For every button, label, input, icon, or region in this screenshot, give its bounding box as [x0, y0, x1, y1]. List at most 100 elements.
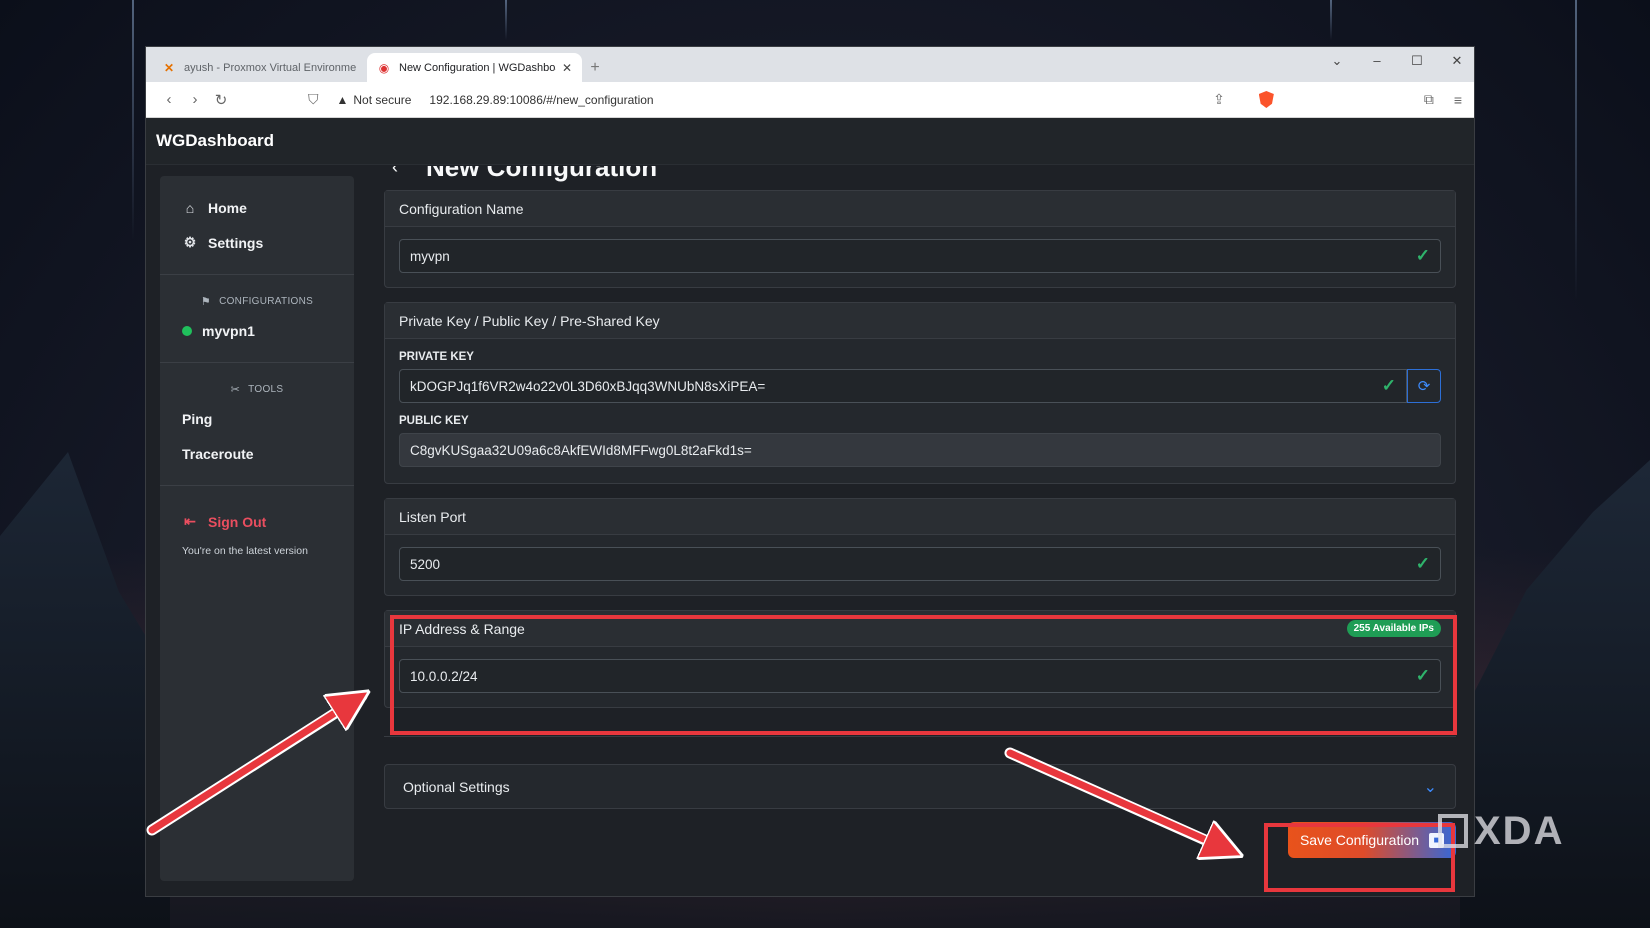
- sidebar-item-settings[interactable]: ⚙ Settings: [160, 225, 354, 260]
- public-key-value: C8gvKUSgaa32U09a6c8AkfEWId8MFFwg0L8t2aFk…: [410, 442, 752, 458]
- private-key-input[interactable]: kDOGPJq1f6VR2w4o22v0L3D60xBJqq3WNUbN8sXi…: [399, 369, 1407, 403]
- keys-card: Private Key / Public Key / Pre-Shared Ke…: [384, 302, 1456, 484]
- private-key-value: kDOGPJq1f6VR2w4o22v0L3D60xBJqq3WNUbN8sXi…: [410, 378, 766, 394]
- card-body: myvpn ✓: [385, 227, 1455, 285]
- page-title: New Configuration: [426, 166, 658, 182]
- card-body: PRIVATE KEY kDOGPJq1f6VR2w4o22v0L3D60xBJ…: [385, 339, 1455, 479]
- forward-icon[interactable]: ›: [182, 91, 208, 108]
- sidebar-item-myvpn1[interactable]: myvpn1: [160, 313, 354, 348]
- sign-out-label: Sign Out: [208, 513, 267, 530]
- ip-range-value: 10.0.0.2/24: [410, 668, 478, 684]
- new-tab-icon[interactable]: +: [582, 53, 608, 82]
- listen-port-value: 5200: [410, 556, 441, 572]
- address-bar[interactable]: 192.168.29.89:10086/#/new_configuration: [429, 93, 653, 107]
- tab-proxmox[interactable]: ✕ ayush - Proxmox Virtual Environment: [152, 53, 367, 82]
- sidebar-item-traceroute[interactable]: Traceroute: [160, 436, 354, 471]
- maximize-icon[interactable]: ☐: [1408, 53, 1426, 69]
- sign-out-button[interactable]: ⇤ Sign Out: [160, 504, 354, 539]
- sidebar-configurations: ⚑ CONFIGURATIONS myvpn1: [160, 275, 354, 363]
- brand-name[interactable]: WGDashboard: [156, 131, 274, 151]
- card-header: Listen Port: [385, 499, 1455, 535]
- save-button-label: Save Configuration: [1299, 832, 1420, 848]
- private-key-row: kDOGPJq1f6VR2w4o22v0L3D60xBJqq3WNUbN8sXi…: [399, 369, 1441, 403]
- tab-search-icon[interactable]: ⌄: [1328, 53, 1346, 69]
- refresh-icon: ⟳: [1417, 378, 1431, 395]
- listen-port-card: Listen Port 5200 ✓: [384, 498, 1456, 596]
- wgdashboard-favicon-icon: ◉: [378, 60, 390, 75]
- minimize-icon[interactable]: –: [1368, 53, 1386, 69]
- ip-range-input[interactable]: 10.0.0.2/24 ✓: [399, 659, 1441, 693]
- optional-settings-toggle[interactable]: Optional Settings ⌄: [384, 764, 1456, 809]
- config-name-input[interactable]: myvpn ✓: [399, 239, 1441, 273]
- sidebar-item-label: Home: [208, 199, 247, 216]
- xda-logo-icon: [1438, 814, 1468, 848]
- card-header: IP Address & Range 255 Available IPs: [385, 611, 1455, 647]
- configurations-heading-label: CONFIGURATIONS: [219, 295, 314, 307]
- close-window-icon[interactable]: ✕: [1448, 53, 1466, 69]
- page-title-row: ‹ New Configuration: [392, 166, 657, 183]
- xda-watermark: XDA: [1438, 809, 1564, 854]
- optional-settings-label: Optional Settings: [403, 778, 510, 795]
- private-key-label: PRIVATE KEY: [399, 351, 474, 363]
- reload-icon[interactable]: ↻: [208, 91, 234, 109]
- chevron-down-icon: ⌄: [1423, 778, 1437, 796]
- security-indicator[interactable]: ▲ Not secure: [337, 93, 412, 107]
- keys-label: Private Key / Public Key / Pre-Shared Ke…: [399, 312, 660, 329]
- brave-shield-icon[interactable]: [1258, 91, 1274, 108]
- status-dot: [182, 325, 192, 336]
- check-icon: ✓: [1415, 666, 1430, 685]
- main-content: ‹ New Configuration Configuration Name m…: [384, 166, 1456, 896]
- public-key-field: C8gvKUSgaa32U09a6c8AkfEWId8MFFwg0L8t2aFk…: [399, 433, 1441, 467]
- regenerate-key-button[interactable]: ⟳: [1407, 369, 1441, 403]
- app-header: WGDashboard: [146, 118, 1474, 165]
- sidebar-tools: ✂ TOOLS Ping Traceroute: [160, 363, 354, 486]
- share-icon[interactable]: ⇪: [1213, 91, 1225, 108]
- check-icon: ✓: [1415, 554, 1430, 573]
- back-arrow-icon[interactable]: ‹: [392, 166, 398, 178]
- card-header: Configuration Name: [385, 191, 1455, 227]
- watermark-text: XDA: [1474, 809, 1565, 853]
- listen-port-input[interactable]: 5200 ✓: [399, 547, 1441, 581]
- window-controls: ⌄ – ☐ ✕: [1328, 53, 1466, 69]
- tab-title: ayush - Proxmox Virtual Environment: [184, 61, 357, 74]
- sidebar-item-ping[interactable]: Ping: [160, 401, 354, 436]
- background-beam: [1330, 0, 1332, 40]
- security-label: Not secure: [353, 92, 412, 107]
- menu-icon[interactable]: ≡: [1454, 92, 1462, 108]
- tools-heading: ✂ TOOLS: [160, 377, 354, 401]
- save-configuration-button[interactable]: Save Configuration ■: [1288, 822, 1456, 858]
- tab-new-configuration[interactable]: ◉ New Configuration | WGDashboard ✕: [367, 53, 582, 82]
- listen-port-label: Listen Port: [399, 508, 466, 525]
- browser-toolbar: ‹ › ↻ ⛉ ▲ Not secure 192.168.29.89:10086…: [146, 82, 1474, 118]
- sidebar-item-label: Settings: [208, 234, 264, 251]
- sidebar-item-home[interactable]: ⌂ Home: [160, 190, 354, 225]
- wgdashboard-app: WGDashboard ⌂ Home ⚙ Settings ⚑ CONFIGUR…: [146, 118, 1474, 896]
- extensions-icon[interactable]: ⧉: [1424, 91, 1434, 108]
- gear-icon: ⚙: [183, 234, 197, 250]
- home-icon: ⌂: [185, 199, 195, 216]
- version-status: You're on the latest version: [182, 545, 308, 557]
- card-body: 10.0.0.2/24 ✓: [385, 647, 1455, 705]
- warning-icon: ▲: [336, 92, 349, 107]
- configurations-heading: ⚑ CONFIGURATIONS: [160, 289, 354, 313]
- card-header: Private Key / Public Key / Pre-Shared Ke…: [385, 303, 1455, 339]
- tab-title: New Configuration | WGDashboard: [399, 61, 556, 74]
- public-key-label: PUBLIC KEY: [399, 415, 469, 427]
- close-tab-icon[interactable]: ✕: [562, 61, 572, 75]
- tools-icon: ✂: [230, 383, 241, 396]
- sidebar-main: ⌂ Home ⚙ Settings: [160, 176, 354, 275]
- config-name-value: myvpn: [410, 248, 450, 264]
- toolbar-right: ⇪ ⧉ ≡: [1213, 91, 1462, 108]
- browser-window: ✕ ayush - Proxmox Virtual Environment ◉ …: [145, 46, 1475, 897]
- sidebar: ⌂ Home ⚙ Settings ⚑ CONFIGURATIONS myvpn…: [160, 176, 354, 881]
- proxmox-favicon-icon: ✕: [163, 60, 175, 75]
- ip-range-card: IP Address & Range 255 Available IPs 10.…: [384, 610, 1456, 708]
- tools-heading-label: TOOLS: [248, 383, 284, 395]
- card-body: 5200 ✓: [385, 535, 1455, 593]
- bookmark-icon[interactable]: ⛉: [308, 91, 319, 108]
- sidebar-footer: ⇤ Sign Out You're on the latest version: [160, 486, 354, 557]
- config-name-card: Configuration Name myvpn ✓: [384, 190, 1456, 288]
- available-ips-badge: 255 Available IPs: [1346, 620, 1441, 637]
- background-beam: [132, 0, 134, 240]
- back-icon[interactable]: ‹: [156, 91, 182, 108]
